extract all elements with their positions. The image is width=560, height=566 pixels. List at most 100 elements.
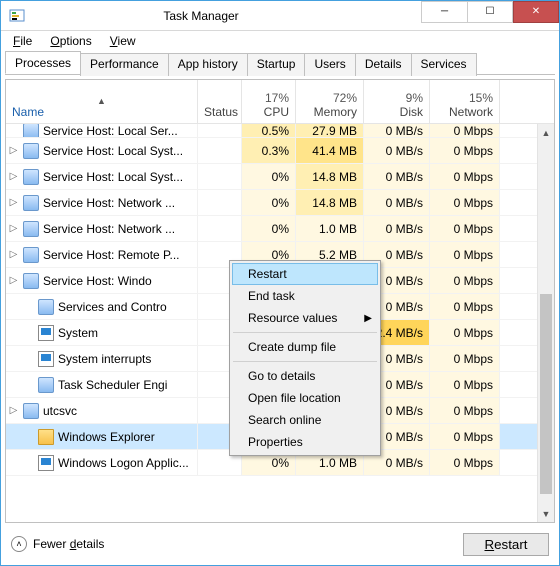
- menu-item-create-dump-file[interactable]: Create dump file: [232, 336, 378, 358]
- expand-icon[interactable]: ▷: [8, 145, 19, 156]
- process-name: Service Host: Network ...: [43, 196, 175, 210]
- menu-item-open-file-location[interactable]: Open file location: [232, 387, 378, 409]
- tab-startup[interactable]: Startup: [247, 53, 306, 76]
- menu-item-resource-values[interactable]: Resource values▶: [232, 307, 378, 329]
- task-manager-window: Task Manager ─ ☐ ✕ File Options View Pro…: [0, 0, 560, 566]
- sort-indicator-icon: ▲: [12, 97, 191, 105]
- tab-processes[interactable]: Processes: [5, 51, 81, 74]
- submenu-arrow-icon: ▶: [364, 313, 372, 324]
- process-name-cell[interactable]: Task Scheduler Engi: [6, 372, 198, 397]
- process-name-cell[interactable]: Services and Contro: [6, 294, 198, 319]
- menu-item-properties[interactable]: Properties: [232, 431, 378, 453]
- cpu-cell: 0%: [242, 190, 296, 215]
- tab-users[interactable]: Users: [304, 53, 355, 76]
- fewer-details-link[interactable]: ˄ Fewer details: [11, 536, 104, 552]
- status-cell: [198, 124, 242, 137]
- process-name: System: [58, 326, 98, 340]
- process-name-cell[interactable]: ▷Service Host: Network ...: [6, 216, 198, 241]
- mem-cell: 1.0 MB: [296, 216, 364, 241]
- gear-icon: [23, 273, 39, 289]
- col-cpu[interactable]: 17%CPU: [242, 80, 296, 123]
- table-row[interactable]: ▷Service Host: Local Syst...0.3%41.4 MB0…: [6, 138, 554, 164]
- process-name-cell[interactable]: ▷ Service Host: Windo: [6, 268, 198, 293]
- mem-cell: 27.9 MB: [296, 124, 364, 137]
- menu-options[interactable]: Options: [42, 32, 99, 50]
- vertical-scrollbar[interactable]: ▲ ▼: [537, 124, 554, 522]
- net-cell: 0 Mbps: [430, 124, 500, 137]
- col-disk[interactable]: 9%Disk: [364, 80, 430, 123]
- process-name-cell[interactable]: System interrupts: [6, 346, 198, 371]
- disk-cell: 0 MB/s: [364, 190, 430, 215]
- gear-icon: [23, 195, 39, 211]
- gear-icon: [23, 169, 39, 185]
- gear-icon: [38, 299, 54, 315]
- scroll-thumb[interactable]: [540, 294, 552, 494]
- tab-performance[interactable]: Performance: [80, 53, 169, 76]
- gear-icon: [38, 377, 54, 393]
- menu-item-search-online[interactable]: Search online: [232, 409, 378, 431]
- maximize-button[interactable]: ☐: [467, 1, 513, 23]
- col-status[interactable]: Status: [198, 80, 242, 123]
- menu-file[interactable]: File: [5, 32, 40, 50]
- process-name-cell[interactable]: Service Host: Local Ser...: [6, 124, 198, 137]
- net-cell: 0 Mbps: [430, 190, 500, 215]
- minimize-button[interactable]: ─: [421, 1, 467, 23]
- process-name: Service Host: Windo: [43, 274, 152, 288]
- menu-item-go-to-details[interactable]: Go to details: [232, 365, 378, 387]
- menu-item-end-task[interactable]: End task: [232, 285, 378, 307]
- process-name-cell[interactable]: ▷ Service Host: Local Syst...: [6, 138, 198, 163]
- tab-details[interactable]: Details: [355, 53, 412, 76]
- titlebar[interactable]: Task Manager ─ ☐ ✕: [1, 1, 559, 31]
- status-cell: [198, 138, 242, 163]
- expand-icon[interactable]: ▷: [8, 249, 19, 260]
- process-name: Windows Logon Applic...: [58, 456, 189, 470]
- process-name-cell[interactable]: ▷ Service Host: Network ...: [6, 190, 198, 215]
- net-cell: 0 Mbps: [430, 242, 500, 267]
- restart-button[interactable]: Restart: [463, 533, 549, 556]
- tab-app-history[interactable]: App history: [168, 53, 248, 76]
- process-name: Service Host: Remote P...: [43, 248, 180, 262]
- tab-services[interactable]: Services: [411, 53, 477, 76]
- col-memory[interactable]: 72%Memory: [296, 80, 364, 123]
- table-row[interactable]: Service Host: Local Ser...0.5%27.9 MB0 M…: [6, 124, 554, 138]
- net-cell: 0 Mbps: [430, 268, 500, 293]
- disk-cell: 0 MB/s: [364, 124, 430, 137]
- gear-icon: [23, 143, 39, 159]
- process-name-cell[interactable]: Windows Logon Applic...: [6, 450, 198, 475]
- table-row[interactable]: ▷Service Host: Network ...0%14.8 MB0 MB/…: [6, 190, 554, 216]
- table-row[interactable]: ▷Service Host: Local Syst...0%14.8 MB0 M…: [6, 164, 554, 190]
- menu-view[interactable]: View: [102, 32, 144, 50]
- menubar: File Options View: [1, 31, 559, 51]
- process-name: Service Host: Local Syst...: [43, 170, 183, 184]
- mem-cell: 14.8 MB: [296, 164, 364, 189]
- col-network[interactable]: 15%Network: [430, 80, 500, 123]
- scroll-up-icon[interactable]: ▲: [538, 124, 554, 141]
- cpu-cell: 0%: [242, 164, 296, 189]
- process-name-cell[interactable]: ▷ Service Host: Local Syst...: [6, 164, 198, 189]
- process-name-cell[interactable]: Windows Explorer: [6, 424, 198, 449]
- net-cell: 0 Mbps: [430, 372, 500, 397]
- process-name-cell[interactable]: ▷utcsvc: [6, 398, 198, 423]
- scroll-down-icon[interactable]: ▼: [538, 505, 554, 522]
- menu-item-restart[interactable]: Restart: [232, 263, 378, 285]
- table-row[interactable]: ▷Service Host: Network ...0%1.0 MB0 MB/s…: [6, 216, 554, 242]
- process-name: Service Host: Local Ser...: [43, 124, 178, 137]
- collapse-icon: ˄: [11, 536, 27, 552]
- net-cell: 0 Mbps: [430, 294, 500, 319]
- cpu-cell: 0%: [242, 216, 296, 241]
- close-button[interactable]: ✕: [513, 1, 559, 23]
- process-name-cell[interactable]: System: [6, 320, 198, 345]
- expand-icon[interactable]: ▷: [8, 275, 19, 286]
- net-cell: 0 Mbps: [430, 424, 500, 449]
- column-headers: ▲ Name Status 17%CPU 72%Memory 9%Disk 15…: [6, 80, 554, 124]
- expand-icon[interactable]: ▷: [8, 197, 19, 208]
- expand-icon[interactable]: ▷: [8, 405, 19, 416]
- col-name[interactable]: ▲ Name: [6, 80, 198, 123]
- context-menu: RestartEnd taskResource values▶ Create du…: [229, 260, 381, 456]
- process-name-cell[interactable]: ▷ Service Host: Remote P...: [6, 242, 198, 267]
- process-name: Service Host: Local Syst...: [43, 144, 183, 158]
- gear-icon: [23, 247, 39, 263]
- net-cell: 0 Mbps: [430, 398, 500, 423]
- expand-icon[interactable]: ▷: [8, 223, 19, 234]
- expand-icon[interactable]: ▷: [8, 171, 19, 182]
